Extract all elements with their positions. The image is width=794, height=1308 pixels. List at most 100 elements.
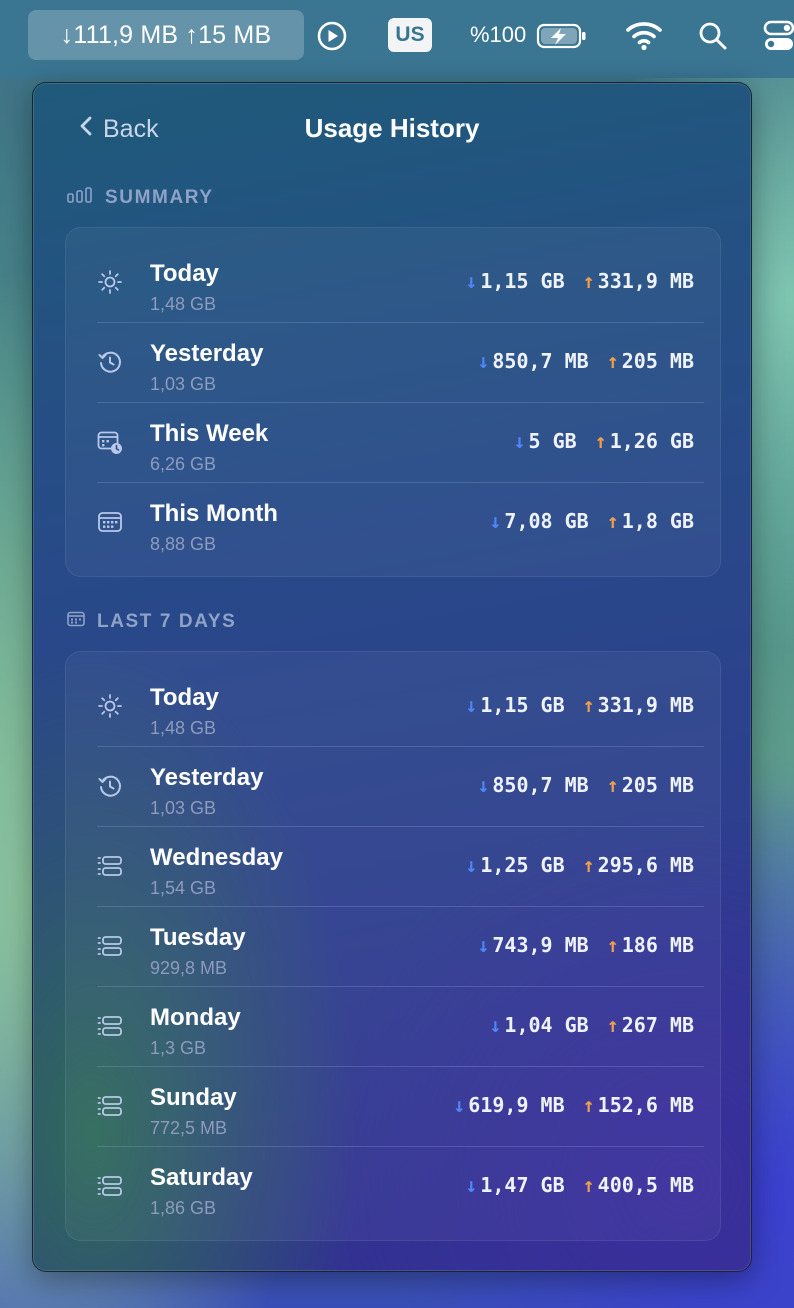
arrow-down-icon: ↓ — [477, 349, 490, 373]
sun-icon — [97, 693, 123, 719]
last-7-days-title-label: LAST 7 DAYS — [97, 611, 237, 632]
arrow-up-icon: ↑ — [594, 429, 607, 453]
row-total: 1,54 GB — [150, 878, 217, 898]
download-value: 1,25 GB — [480, 853, 565, 877]
list-item[interactable]: Today 1,48 GB ↓ 1,15 GB ↑ 331,9 MB — [97, 243, 704, 323]
arrow-up-icon: ↑ — [606, 509, 619, 533]
wifi-icon[interactable] — [624, 18, 664, 52]
list-item[interactable]: Tuesday 929,8 MB ↓ 743,9 MB ↑ 186 MB — [97, 907, 704, 987]
row-total: 1,48 GB — [150, 294, 217, 314]
download-value: 850,7 MB — [492, 349, 589, 373]
popover-header: Back Usage History — [33, 83, 751, 173]
row-stats: ↓ 850,7 MB ↑ 205 MB — [477, 773, 694, 797]
upload-value: 295,6 MB — [597, 853, 694, 877]
upload-value: 205 MB — [621, 349, 694, 373]
row-total: 8,88 GB — [150, 534, 217, 554]
row-total: 6,26 GB — [150, 454, 217, 474]
list-item[interactable]: Monday 1,3 GB ↓ 1,04 GB ↑ 267 MB — [97, 987, 704, 1067]
arrow-up-icon: ↑ — [582, 269, 595, 293]
network-status-text: ↓111,9 MB ↑15 MB — [60, 20, 272, 49]
row-stats: ↓ 1,15 GB ↑ 331,9 MB — [465, 693, 694, 717]
battery-charging-icon[interactable] — [536, 22, 588, 50]
list-icon — [97, 853, 123, 879]
last-7-days-card: Today 1,48 GB ↓ 1,15 GB ↑ 331,9 MB Yesterd… — [65, 651, 721, 1241]
row-stats: ↓ 850,7 MB ↑ 205 MB — [477, 349, 694, 373]
arrow-up-icon: ↑ — [606, 773, 619, 797]
play-icon[interactable] — [316, 20, 348, 52]
row-total: 1,3 GB — [150, 1038, 207, 1058]
battery-percent[interactable]: %100 — [470, 22, 526, 48]
arrow-up-icon: ↑ — [606, 349, 619, 373]
download-value: 1,04 GB — [504, 1013, 589, 1037]
sun-icon — [97, 269, 123, 295]
list-item[interactable]: Yesterday 1,03 GB ↓ 850,7 MB ↑ 205 MB — [97, 747, 704, 827]
row-stats: ↓ 1,04 GB ↑ 267 MB — [489, 1013, 694, 1037]
row-stats: ↓ 1,15 GB ↑ 331,9 MB — [465, 269, 694, 293]
row-name: Today — [150, 684, 219, 711]
upload-value: 331,9 MB — [597, 269, 694, 293]
list-item[interactable]: Sunday 772,5 MB ↓ 619,9 MB ↑ 152,6 MB — [97, 1067, 704, 1147]
upload-value: 267 MB — [621, 1013, 694, 1037]
arrow-up-icon: ↑ — [606, 933, 619, 957]
row-name: Wednesday — [150, 844, 283, 871]
arrow-down-icon: ↓ — [465, 693, 478, 717]
upload-value: 400,5 MB — [597, 1173, 694, 1197]
row-name: Yesterday — [150, 340, 264, 367]
arrow-up-icon: ↑ — [582, 1093, 595, 1117]
upload-value: 1,26 GB — [609, 429, 694, 453]
row-total: 772,5 MB — [150, 1118, 228, 1138]
row-stats: ↓ 743,9 MB ↑ 186 MB — [477, 933, 694, 957]
arrow-down-icon: ↓ — [477, 933, 490, 957]
row-name: Today — [150, 260, 219, 287]
arrow-up-icon: ↑ — [582, 853, 595, 877]
control-center-icon[interactable] — [762, 18, 794, 54]
row-name: This Month — [150, 500, 278, 527]
usage-history-popover: Back Usage History SUMMARY Today 1,48 GB… — [32, 82, 752, 1272]
download-value: 7,08 GB — [504, 509, 589, 533]
row-total: 1,03 GB — [150, 374, 217, 394]
arrow-down-icon: ↓ — [465, 269, 478, 293]
arrow-down-icon: ↓ — [453, 1093, 466, 1117]
download-value: 850,7 MB — [492, 773, 589, 797]
search-icon[interactable] — [698, 20, 728, 52]
summary-title-label: SUMMARY — [105, 187, 214, 208]
list-icon — [97, 1093, 123, 1119]
arrow-up-icon: ↑ — [606, 1013, 619, 1037]
row-stats: ↓ 619,9 MB ↑ 152,6 MB — [453, 1093, 694, 1117]
summary-section-title: SUMMARY — [67, 187, 214, 209]
arrow-down-icon: ↓ — [489, 1013, 502, 1037]
last-7-days-section-title: LAST 7 DAYS — [67, 611, 236, 633]
keyboard-layout-label: US — [395, 23, 425, 46]
list-item[interactable]: This Week 6,26 GB ↓ 5 GB ↑ 1,26 GB — [97, 403, 704, 483]
upload-value: 186 MB — [621, 933, 694, 957]
list-icon — [97, 933, 123, 959]
row-name: Sunday — [150, 1084, 237, 1111]
row-total: 1,86 GB — [150, 1198, 217, 1218]
download-value: 5 GB — [528, 429, 577, 453]
download-value: 1,15 GB — [480, 693, 565, 717]
list-item[interactable]: This Month 8,88 GB ↓ 7,08 GB ↑ 1,8 GB — [97, 483, 704, 563]
upload-value: 152,6 MB — [597, 1093, 694, 1117]
row-stats: ↓ 1,47 GB ↑ 400,5 MB — [465, 1173, 694, 1197]
calendar-clock-icon — [97, 429, 123, 455]
calendar-icon — [67, 611, 85, 633]
arrow-up-icon: ↑ — [582, 1173, 595, 1197]
list-item[interactable]: Today 1,48 GB ↓ 1,15 GB ↑ 331,9 MB — [97, 667, 704, 747]
list-item[interactable]: Yesterday 1,03 GB ↓ 850,7 MB ↑ 205 MB — [97, 323, 704, 403]
download-value: 1,47 GB — [480, 1173, 565, 1197]
battery-percent-label: %100 — [470, 22, 527, 47]
keyboard-layout-badge[interactable]: US — [388, 18, 432, 52]
row-stats: ↓ 7,08 GB ↑ 1,8 GB — [489, 509, 694, 533]
bar-chart-icon — [67, 187, 93, 209]
history-icon — [97, 349, 123, 375]
row-total: 929,8 MB — [150, 958, 228, 978]
upload-value: 331,9 MB — [597, 693, 694, 717]
summary-card: Today 1,48 GB ↓ 1,15 GB ↑ 331,9 MB Yesterd… — [65, 227, 721, 577]
arrow-down-icon: ↓ — [465, 1173, 478, 1197]
network-status-menu[interactable]: ↓111,9 MB ↑15 MB — [28, 10, 304, 60]
list-item[interactable]: Wednesday 1,54 GB ↓ 1,25 GB ↑ 295,6 MB — [97, 827, 704, 907]
upload-value: 205 MB — [621, 773, 694, 797]
row-name: Yesterday — [150, 764, 264, 791]
list-item[interactable]: Saturday 1,86 GB ↓ 1,47 GB ↑ 400,5 MB — [97, 1147, 704, 1227]
row-name: Saturday — [150, 1164, 253, 1191]
